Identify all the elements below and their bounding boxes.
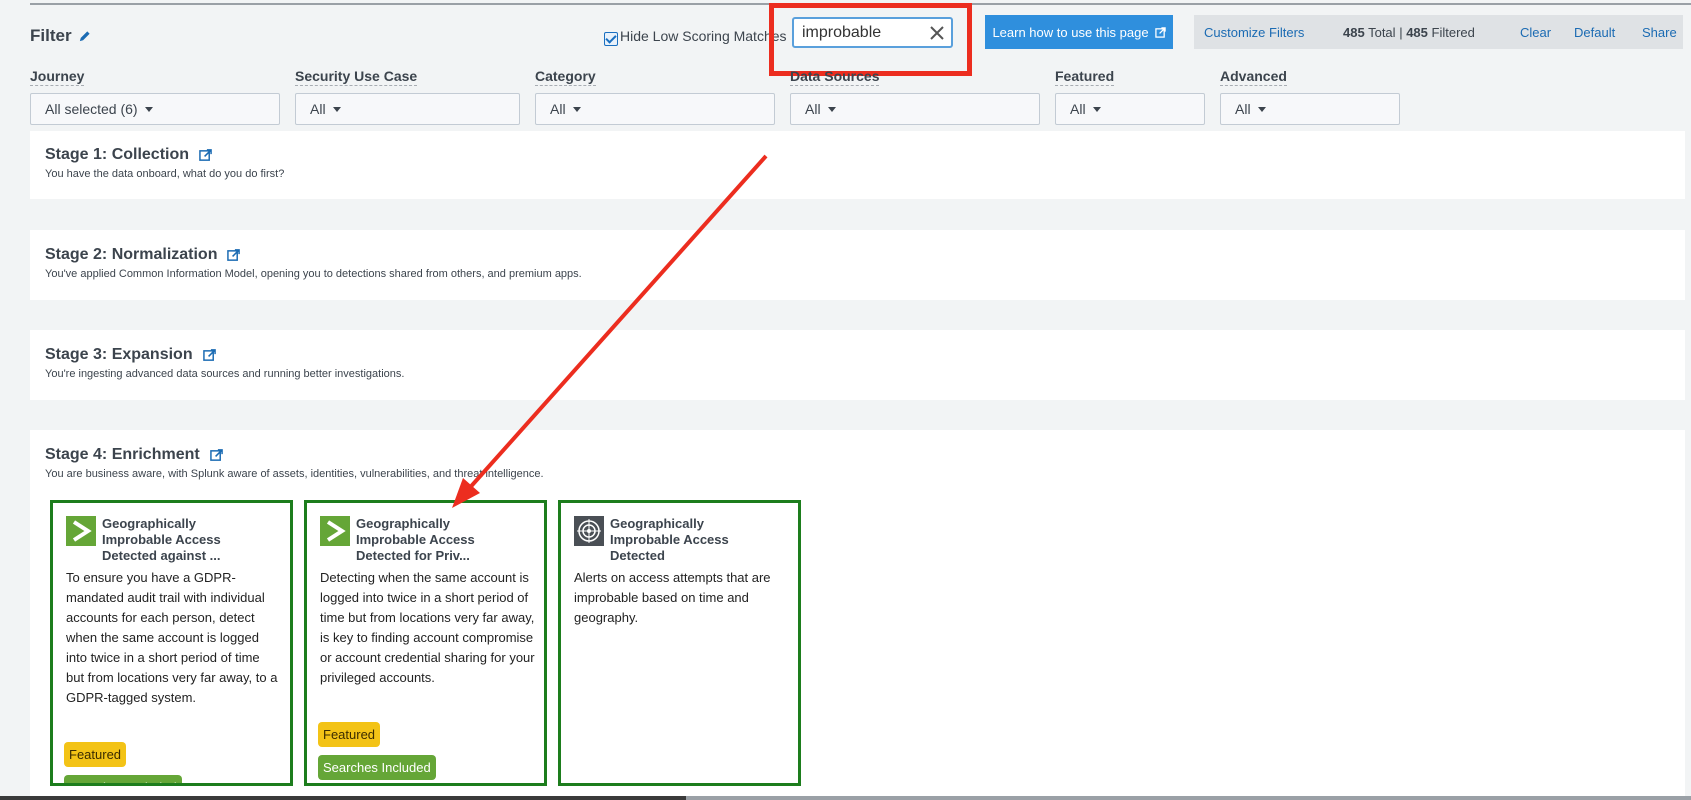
caret-down-icon: [144, 106, 153, 112]
external-link-icon[interactable]: [227, 248, 241, 262]
stage-collection: Stage 1: Collection You have the data on…: [30, 131, 1685, 199]
featured-select[interactable]: All: [1055, 93, 1205, 125]
searches-included-badge: Searches Included: [318, 755, 436, 780]
security-use-case-filter: Security Use Case All: [295, 68, 520, 125]
customize-filters-link[interactable]: Customize Filters: [1204, 25, 1304, 40]
share-link[interactable]: Share: [1642, 25, 1677, 40]
advanced-filter: Advanced All: [1220, 68, 1400, 125]
featured-label: Featured: [1055, 68, 1115, 86]
data-sources-label: Data Sources: [790, 68, 880, 86]
filter-actions-bar: Customize Filters 485 Total | 485 Filter…: [1194, 15, 1683, 49]
category-value: All: [550, 101, 566, 117]
card-title-line: Improbable Access: [356, 532, 475, 547]
card-description: Detecting when the same account is logge…: [320, 570, 535, 685]
card-title-line: Detected against ...: [102, 548, 221, 563]
pencil-icon[interactable]: [78, 30, 91, 43]
total-label: Total: [1368, 24, 1396, 40]
category-filter: Category All: [535, 68, 775, 125]
count-separator: |: [1399, 24, 1403, 40]
stage-description: You've applied Common Information Model,…: [45, 268, 582, 280]
security-use-case-label: Security Use Case: [295, 68, 418, 86]
card-title-line: Detected: [610, 548, 665, 563]
annotation-highlight-box: [769, 3, 972, 76]
filtered-count: 485: [1406, 24, 1428, 40]
journey-label: Journey: [30, 68, 85, 86]
advanced-label: Advanced: [1220, 68, 1287, 86]
filter-heading: Filter: [30, 26, 91, 46]
stage-title: Stage 3: Expansion: [45, 346, 216, 364]
filtered-label: Filtered: [1431, 24, 1475, 40]
stage-title-text: Stage 2: Normalization: [45, 246, 218, 263]
target-logo-icon: [574, 516, 604, 546]
default-link[interactable]: Default: [1574, 25, 1615, 40]
stage-title-text: Stage 4: Enrichment: [45, 446, 200, 463]
external-link-icon[interactable]: [199, 148, 212, 162]
searches-included-badge: Searches Included: [64, 775, 182, 783]
caret-down-icon: [1257, 106, 1266, 112]
featured-value: All: [1070, 101, 1086, 117]
card-title-line: Detected for Priv...: [356, 548, 470, 563]
featured-badge: Featured: [64, 742, 127, 767]
data-sources-select[interactable]: All: [790, 93, 1040, 125]
caret-down-icon: [572, 106, 581, 112]
learn-how-button[interactable]: Learn how to use this page: [985, 15, 1173, 49]
splunk-prompt-icon: [66, 516, 96, 546]
category-select[interactable]: All: [535, 93, 775, 125]
filter-title: Filter: [30, 26, 72, 45]
card-title-line: Improbable Access: [610, 532, 729, 547]
card-title[interactable]: Geographically Improbable Access Detecte…: [610, 516, 790, 564]
card-title[interactable]: Geographically Improbable Access Detecte…: [356, 516, 536, 564]
caret-down-icon: [1092, 106, 1101, 112]
learn-how-label: Learn how to use this page: [992, 24, 1149, 40]
advanced-select[interactable]: All: [1220, 93, 1400, 125]
hide-low-label: Hide Low Scoring Matches: [620, 28, 787, 44]
splunk-prompt-icon: [320, 516, 350, 546]
card-title-line: Geographically: [610, 516, 704, 531]
data-sources-filter: Data Sources All: [790, 68, 1040, 125]
journey-filter: Journey All selected (6): [30, 68, 280, 125]
result-counts: 485 Total | 485 Filtered: [1343, 25, 1475, 40]
stage-expansion: Stage 3: Expansion You're ingesting adva…: [30, 330, 1685, 400]
journey-value: All selected (6): [45, 101, 138, 117]
data-sources-value: All: [805, 101, 821, 117]
card-title[interactable]: Geographically Improbable Access Detecte…: [102, 516, 282, 564]
total-count: 485: [1343, 24, 1365, 40]
stage-title: Stage 2: Normalization: [45, 246, 241, 264]
stage-description: You're ingesting advanced data sources a…: [45, 368, 405, 380]
clear-link[interactable]: Clear: [1520, 25, 1551, 40]
external-link-icon[interactable]: [209, 448, 223, 462]
caret-down-icon: [332, 106, 341, 112]
stage-title: Stage 1: Collection: [45, 146, 212, 164]
stage-title-text: Stage 1: Collection: [45, 146, 190, 163]
hide-low-scoring-toggle[interactable]: Hide Low Scoring Matches: [604, 28, 787, 46]
stage-title: Stage 4: Enrichment: [45, 446, 223, 464]
card-title-line: Geographically: [102, 516, 196, 531]
bottom-scrollbar-thumb[interactable]: [0, 796, 686, 800]
journey-select[interactable]: All selected (6): [30, 93, 280, 125]
content-card[interactable]: Geographically Improbable Access Detecte…: [50, 500, 293, 786]
stage-description: You are business aware, with Splunk awar…: [45, 468, 544, 480]
stage-normalization: Stage 2: Normalization You've applied Co…: [30, 230, 1685, 300]
card-description: Alerts on access attempts that are impro…: [574, 570, 771, 625]
card-title-line: Geographically: [356, 516, 450, 531]
content-card[interactable]: Geographically Improbable Access Detecte…: [304, 500, 547, 786]
advanced-value: All: [1235, 101, 1251, 117]
featured-badge: Featured: [318, 722, 381, 747]
card-title-line: Improbable Access: [102, 532, 221, 547]
external-link-icon[interactable]: [202, 348, 216, 362]
hide-low-checkbox[interactable]: [604, 32, 618, 46]
category-label: Category: [535, 68, 596, 86]
caret-down-icon: [827, 106, 836, 112]
security-use-case-select[interactable]: All: [295, 93, 520, 125]
external-link-icon: [1154, 26, 1166, 38]
stage-description: You have the data onboard, what do you d…: [45, 168, 285, 180]
stage-title-text: Stage 3: Expansion: [45, 346, 193, 363]
card-description: To ensure you have a GDPR-mandated audit…: [66, 570, 278, 705]
featured-filter: Featured All: [1055, 68, 1205, 125]
security-use-case-value: All: [310, 101, 326, 117]
content-card[interactable]: Geographically Improbable Access Detecte…: [558, 500, 801, 786]
